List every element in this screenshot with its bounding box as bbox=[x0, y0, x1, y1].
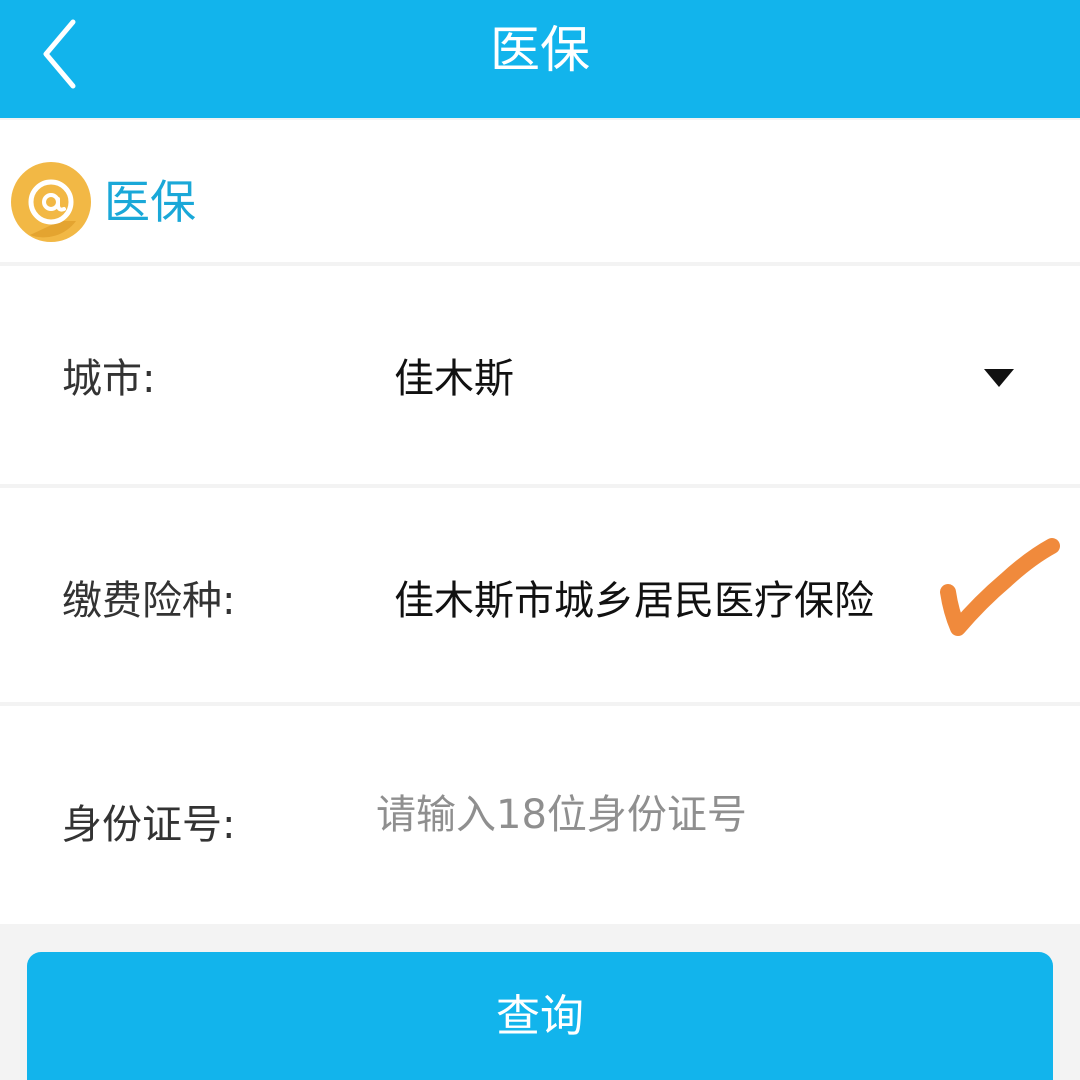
insurance-type-label: 缴费险种: bbox=[62, 578, 236, 624]
insurance-type-row[interactable]: 缴费险种: 佳木斯市城乡居民医疗保险 bbox=[0, 488, 1080, 702]
section-title: 医保 bbox=[104, 175, 196, 229]
at-sign-badge-icon bbox=[10, 161, 92, 243]
city-select-value[interactable]: 佳木斯 bbox=[394, 346, 514, 404]
section-header: 医保 bbox=[0, 120, 1080, 262]
query-button-label: 查询 bbox=[496, 991, 584, 1042]
triangle-down-icon[interactable] bbox=[984, 369, 1014, 387]
top-app-bar: 医保 bbox=[0, 0, 1080, 118]
city-label: 城市: bbox=[62, 356, 156, 402]
id-number-label: 身份证号: bbox=[62, 802, 236, 848]
handwritten-check-icon bbox=[934, 536, 1064, 646]
page-title: 医保 bbox=[490, 21, 590, 79]
id-number-row: 身份证号: bbox=[0, 706, 1080, 924]
city-row[interactable]: 城市: 佳木斯 bbox=[0, 266, 1080, 484]
query-button[interactable]: 查询 bbox=[27, 952, 1053, 1080]
id-number-input[interactable] bbox=[376, 782, 976, 848]
medical-insurance-page: 医保 医保 城市: 佳木斯 缴费险种: 佳木斯市城乡居民医疗保险 身份证号: 请… bbox=[0, 0, 1080, 1080]
insurance-type-value[interactable]: 佳木斯市城乡居民医疗保险 bbox=[394, 568, 874, 626]
